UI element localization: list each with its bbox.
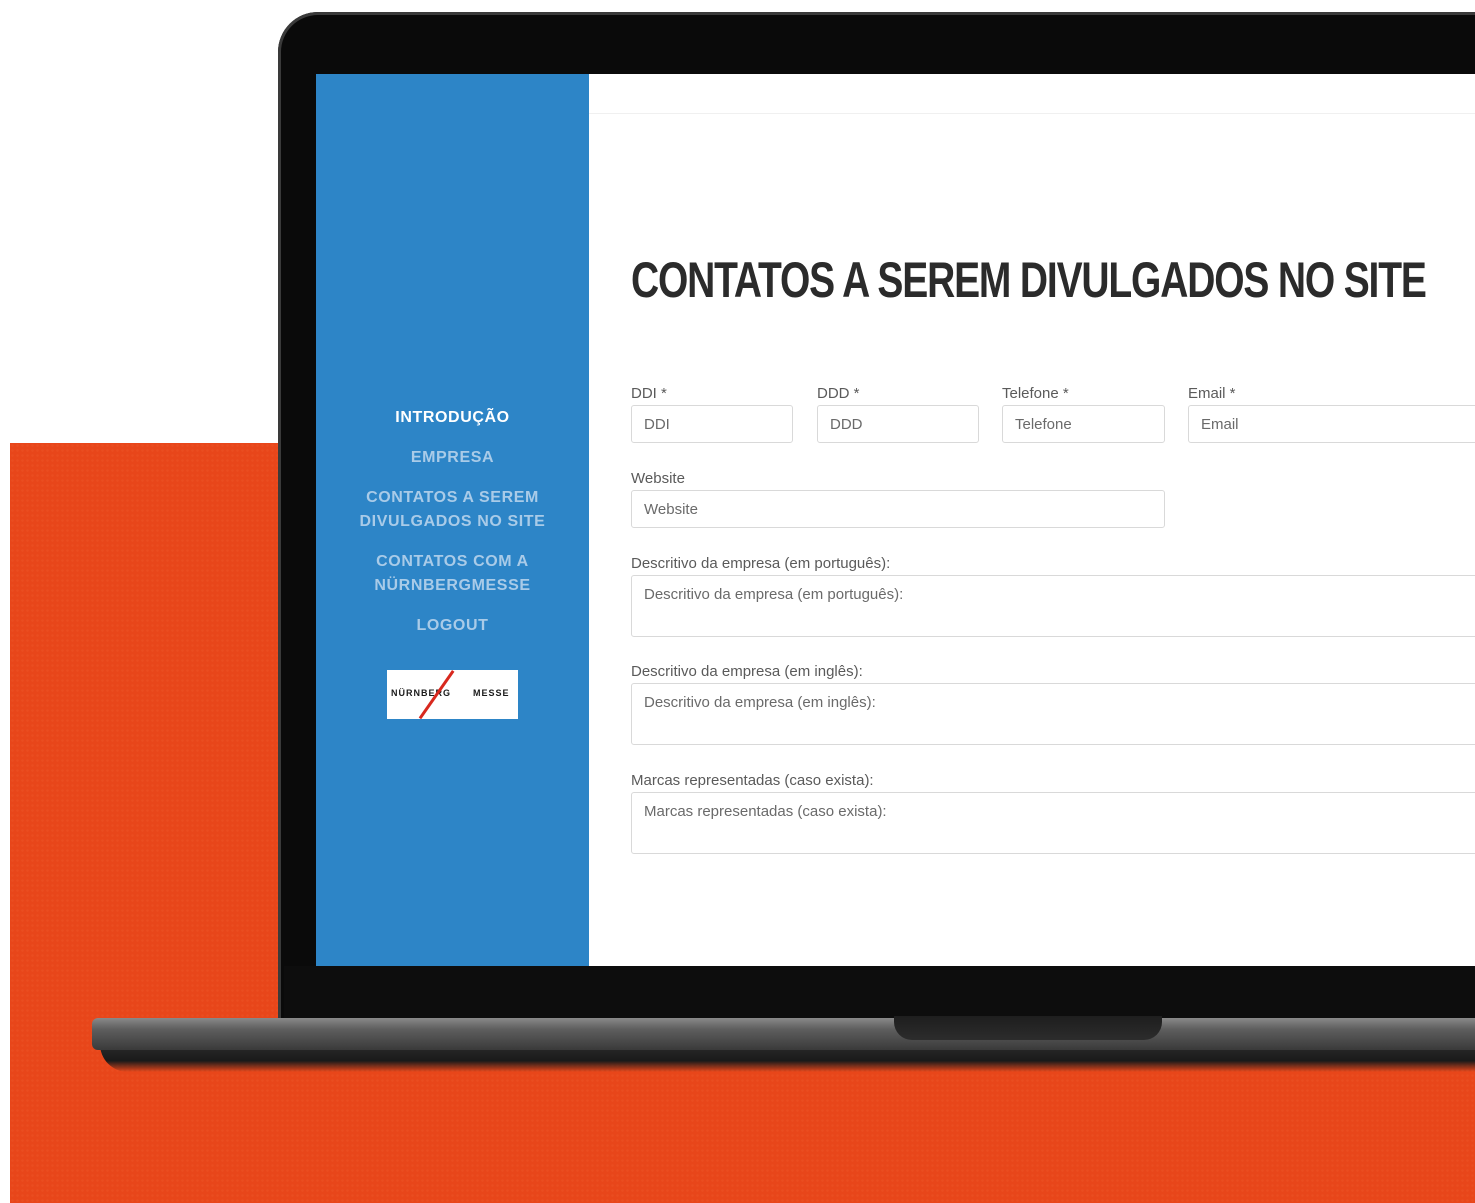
laptop-notch	[894, 1016, 1162, 1040]
email-label: Email *	[1188, 385, 1236, 402]
descritivo-en-label: Descritivo da empresa (em inglês):	[631, 663, 863, 680]
laptop-bezel-bottom	[284, 966, 1475, 1018]
logo-text-right: MESSE	[473, 688, 510, 698]
page-title: CONTATOS A SEREM DIVULGADOS NO SITE	[631, 252, 1427, 308]
descritivo-en-textarea[interactable]	[631, 683, 1475, 745]
sidebar-item-introducao[interactable]: INTRODUÇÃO	[316, 406, 589, 430]
ddi-input[interactable]	[631, 405, 793, 443]
ddd-label: DDD *	[817, 385, 860, 402]
laptop-screen: INTRODUÇÃO EMPRESA CONTATOS A SEREM DIVU…	[316, 74, 1475, 966]
website-input[interactable]	[631, 490, 1165, 528]
email-input[interactable]	[1188, 405, 1475, 443]
sidebar-item-contatos-site[interactable]: CONTATOS A SEREM DIVULGADOS NO SITE	[316, 486, 589, 534]
telefone-label: Telefone *	[1002, 385, 1069, 402]
laptop-hinge	[92, 1018, 1475, 1050]
website-label: Website	[631, 470, 685, 487]
ddd-input[interactable]	[817, 405, 979, 443]
sidebar-item-empresa[interactable]: EMPRESA	[316, 446, 589, 470]
marcas-label: Marcas representadas (caso exista):	[631, 772, 874, 789]
telefone-input[interactable]	[1002, 405, 1165, 443]
sidebar: INTRODUÇÃO EMPRESA CONTATOS A SEREM DIVU…	[316, 74, 589, 966]
ddi-label: DDI *	[631, 385, 667, 402]
marcas-textarea[interactable]	[631, 792, 1475, 854]
sidebar-item-logout[interactable]: LOGOUT	[316, 614, 589, 638]
sidebar-item-contatos-nurnbergmesse[interactable]: CONTATOS COM A NÜRNBERGMESSE	[316, 550, 589, 598]
descritivo-pt-label: Descritivo da empresa (em português):	[631, 555, 891, 572]
descritivo-pt-textarea[interactable]	[631, 575, 1475, 637]
nurnbergmesse-logo: NÜRNBERG MESSE	[387, 670, 518, 719]
top-bar	[589, 74, 1475, 114]
